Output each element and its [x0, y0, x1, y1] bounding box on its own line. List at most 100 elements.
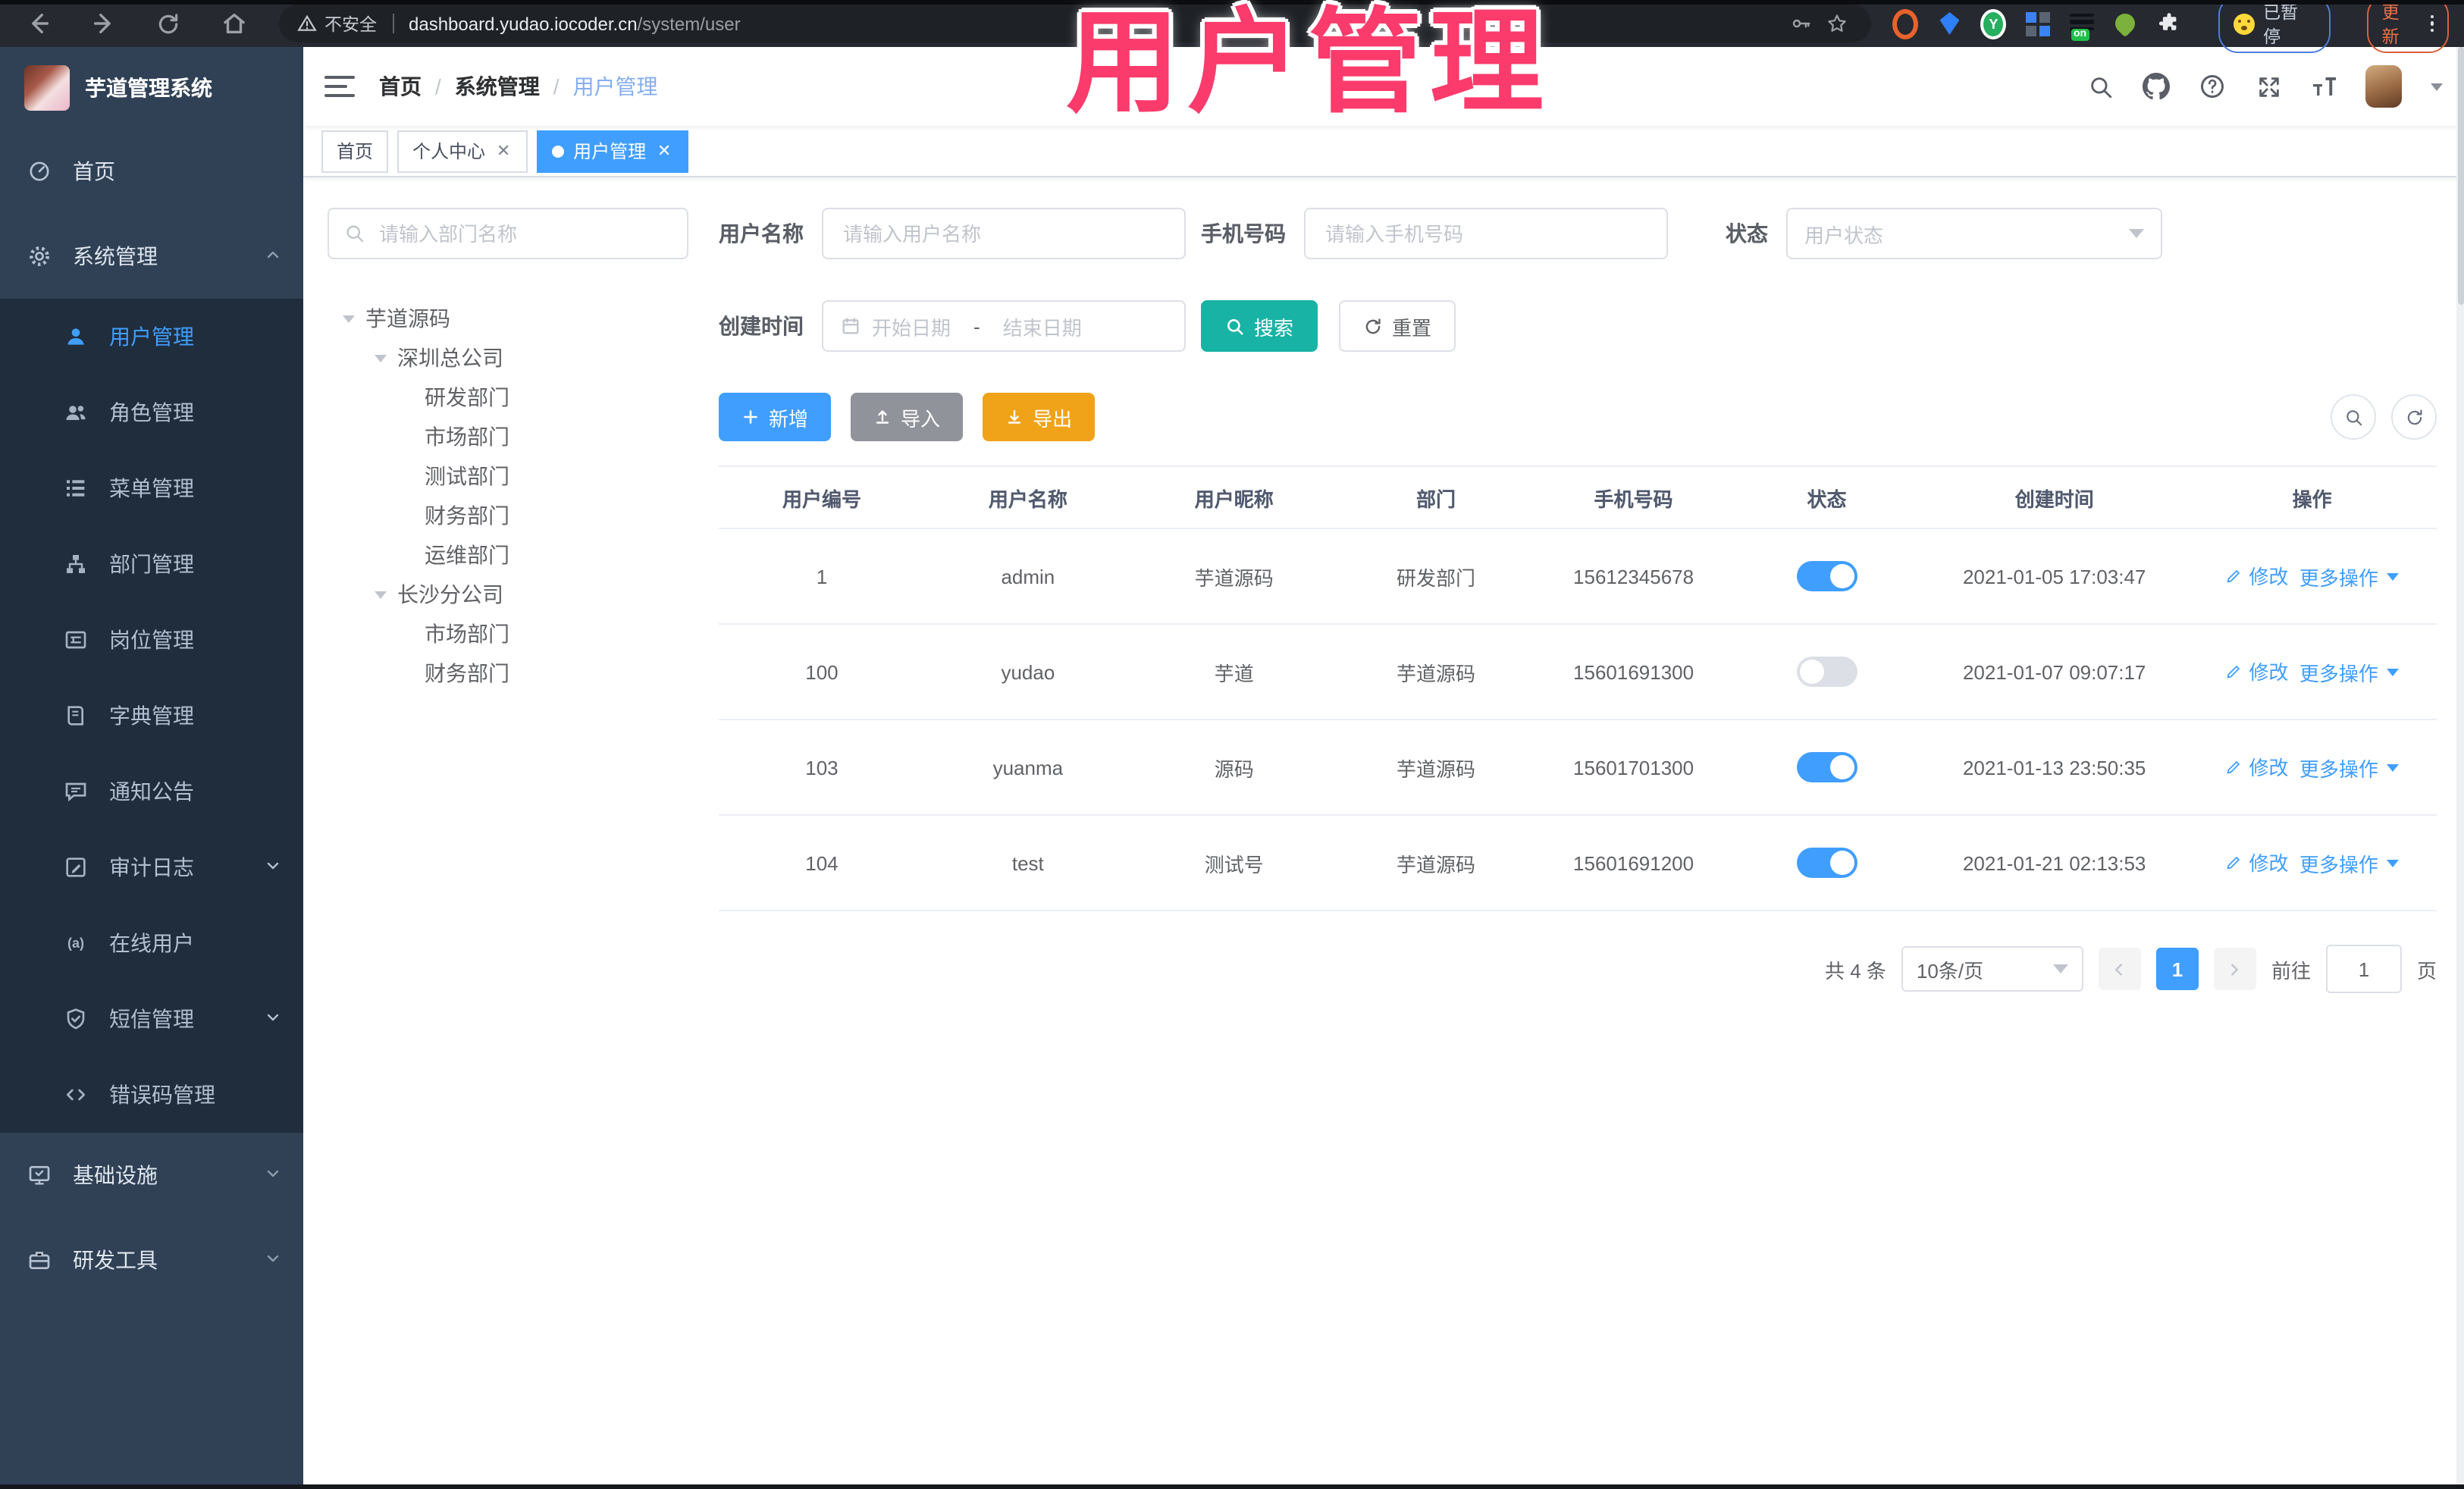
avatar-caret-icon[interactable] — [2431, 83, 2443, 90]
tab-profile[interactable]: 个人中心 ✕ — [397, 130, 528, 172]
browser-update-button[interactable]: 更新 — [2366, 0, 2450, 52]
page-number-1[interactable]: 1 — [2155, 948, 2199, 990]
tree-node[interactable]: 研发部门 — [328, 378, 688, 417]
sidebar-item-dict-management[interactable]: 字典管理 — [0, 678, 303, 754]
dept-search-box — [328, 208, 688, 259]
sidebar-item-label: 错误码管理 — [109, 1083, 215, 1107]
browser-menu-icon[interactable] — [2430, 14, 2434, 33]
sidebar-item-notice[interactable]: 通知公告 — [0, 754, 303, 829]
status-toggle[interactable] — [1796, 561, 1857, 591]
bookmark-star-icon[interactable] — [1820, 4, 1854, 43]
sidebar-item-audit-log[interactable]: 审计日志 — [0, 829, 303, 905]
app-logo[interactable]: 芋道管理系统 — [0, 47, 303, 129]
sidebar-item-error-code[interactable]: 错误码管理 — [0, 1057, 303, 1133]
page-url[interactable]: dashboard.yudao.iocoder.cn/system/user — [409, 13, 741, 34]
page-scrollbar[interactable] — [2456, 47, 2464, 1484]
extension-key-icon[interactable] — [2111, 9, 2140, 38]
extension-onoff-icon[interactable]: on — [2068, 11, 2094, 40]
extensions-puzzle-icon[interactable] — [2156, 11, 2182, 36]
tree-node[interactable]: 市场部门 — [328, 614, 688, 654]
github-icon[interactable] — [2141, 71, 2171, 102]
more-actions-link[interactable]: 更多操作 — [2299, 658, 2400, 687]
browser-forward-button[interactable] — [80, 4, 126, 43]
goto-page-input[interactable] — [2325, 945, 2402, 993]
security-status[interactable]: 不安全 — [297, 11, 377, 36]
search-button[interactable]: 搜索 — [1201, 300, 1318, 352]
more-actions-link[interactable]: 更多操作 — [2299, 563, 2400, 591]
status-toggle[interactable] — [1796, 752, 1857, 782]
tree-node[interactable]: 财务部门 — [328, 496, 688, 535]
sidebar-item-sms[interactable]: 短信管理 — [0, 981, 303, 1057]
refresh-table-button[interactable] — [2391, 394, 2437, 440]
browser-home-button[interactable] — [211, 4, 256, 43]
import-button[interactable]: 导入 — [851, 393, 964, 441]
caret-down-icon[interactable] — [375, 591, 387, 598]
browser-back-button[interactable] — [15, 4, 61, 43]
extension-green-y-icon[interactable]: Y — [1980, 8, 2007, 39]
close-icon[interactable]: ✕ — [494, 142, 513, 161]
caret-down-icon[interactable] — [375, 354, 387, 362]
reset-button[interactable]: 重置 — [1339, 300, 1456, 352]
tab-home[interactable]: 首页 — [321, 130, 389, 172]
sidebar-item-home[interactable]: 首页 — [0, 129, 303, 214]
username-input[interactable] — [840, 221, 1168, 246]
status-toggle[interactable] — [1796, 848, 1857, 878]
profile-paused-chip[interactable]: 已暂停 — [2218, 0, 2331, 52]
page-size-select[interactable]: 10条/页 — [1901, 946, 2083, 992]
sidebar-item-post-management[interactable]: 岗位管理 — [0, 602, 303, 678]
header-search-icon[interactable] — [2085, 71, 2115, 102]
caret-down-icon[interactable] — [343, 315, 355, 322]
status-toggle[interactable] — [1796, 657, 1857, 687]
date-range-picker[interactable]: 开始日期 - 结束日期 — [822, 300, 1186, 352]
extension-orange-icon[interactable] — [1892, 8, 1919, 39]
col-actions: 操作 — [2187, 466, 2437, 529]
extension-squares-icon[interactable] — [2024, 11, 2050, 36]
address-bar[interactable]: 不安全 dashboard.yudao.iocoder.cn/system/us… — [279, 5, 1872, 42]
password-key-icon[interactable] — [1784, 4, 1817, 43]
edit-link[interactable]: 修改 — [2224, 753, 2288, 782]
sidebar-toggle-icon[interactable] — [324, 74, 355, 99]
close-icon[interactable]: ✕ — [655, 142, 673, 161]
sidebar-item-role-management[interactable]: 角色管理 — [0, 375, 303, 450]
sidebar-item-user-management[interactable]: 用户管理 — [0, 299, 303, 375]
cell-user-id: 100 — [719, 624, 925, 720]
tree-node[interactable]: 芋道源码 — [328, 299, 688, 338]
toggle-search-button[interactable] — [2331, 394, 2376, 440]
export-button[interactable]: 导出 — [983, 393, 1096, 441]
status-select[interactable]: 用户状态 — [1786, 208, 2162, 259]
scrollbar-thumb[interactable] — [2457, 47, 2463, 305]
tree-node[interactable]: 深圳总公司 — [328, 338, 688, 378]
browser-reload-button[interactable] — [146, 4, 191, 43]
user-avatar[interactable] — [2365, 65, 2402, 108]
table-row: 100 yudao 芋道 芋道源码 15601691300 2021-01-07… — [719, 624, 2437, 720]
breadcrumb-home[interactable]: 首页 — [379, 71, 422, 102]
extension-gem-icon[interactable] — [1937, 11, 1963, 36]
breadcrumb-system[interactable]: 系统管理 — [455, 71, 540, 102]
tree-node[interactable]: 测试部门 — [328, 456, 688, 496]
dept-search-input[interactable] — [376, 221, 672, 246]
tree-node[interactable]: 财务部门 — [328, 654, 688, 693]
mobile-input[interactable] — [1322, 221, 1650, 246]
tab-user-management[interactable]: 用户管理 ✕ — [537, 130, 689, 172]
org-tree-icon — [64, 552, 88, 576]
more-actions-link[interactable]: 更多操作 — [2299, 849, 2400, 878]
sidebar-item-infrastructure[interactable]: 基础设施 — [0, 1133, 303, 1218]
fullscreen-icon[interactable] — [2253, 71, 2284, 102]
tree-node[interactable]: 市场部门 — [328, 417, 688, 456]
font-size-icon[interactable] — [2309, 71, 2340, 102]
edit-link[interactable]: 修改 — [2224, 848, 2288, 877]
edit-link[interactable]: 修改 — [2224, 562, 2288, 591]
sidebar-item-menu-management[interactable]: 菜单管理 — [0, 450, 303, 526]
tree-node[interactable]: 长沙分公司 — [328, 575, 688, 614]
help-icon[interactable] — [2197, 71, 2227, 102]
next-page-button[interactable] — [2213, 948, 2256, 990]
tree-node[interactable]: 运维部门 — [328, 535, 688, 575]
sidebar-item-devtools[interactable]: 研发工具 — [0, 1218, 303, 1302]
edit-link[interactable]: 修改 — [2224, 657, 2288, 686]
prev-page-button[interactable] — [2098, 948, 2141, 990]
sidebar-item-online-users[interactable]: (a) 在线用户 — [0, 905, 303, 981]
sidebar-item-dept-management[interactable]: 部门管理 — [0, 526, 303, 602]
sidebar-item-system[interactable]: 系统管理 — [0, 214, 303, 299]
more-actions-link[interactable]: 更多操作 — [2299, 754, 2400, 782]
add-button[interactable]: 新增 — [719, 393, 832, 441]
